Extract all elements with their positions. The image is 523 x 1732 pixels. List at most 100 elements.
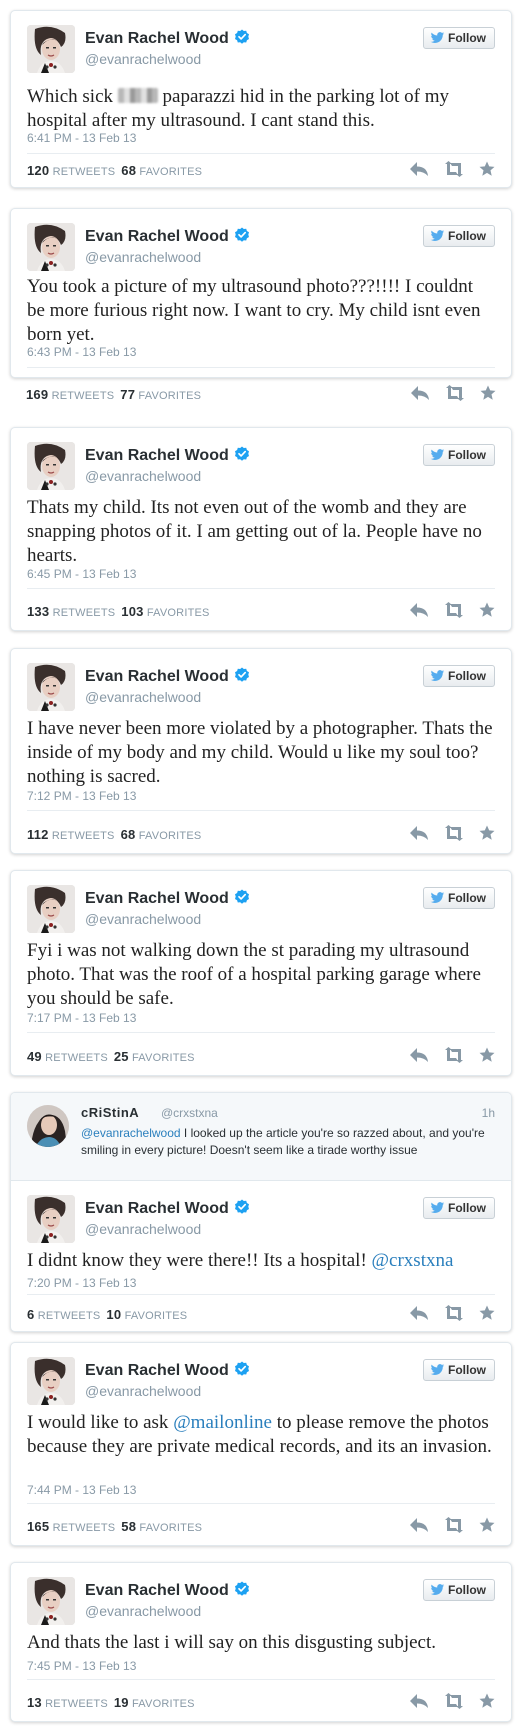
author-handle[interactable]: @evanrachelwood — [85, 689, 201, 705]
in-reply-to-tweet[interactable]: cRiStinA @crxstxna 1h @evanrachelwood I … — [11, 1093, 511, 1181]
author-name[interactable]: Evan Rachel Wood — [85, 1199, 250, 1218]
avatar[interactable] — [27, 442, 75, 490]
divider — [27, 1294, 495, 1295]
favorite-star-icon[interactable] — [480, 385, 496, 401]
avatar[interactable] — [27, 885, 75, 933]
avatar[interactable] — [27, 1357, 75, 1405]
favorite-count[interactable]: 25 — [114, 1049, 129, 1064]
tweet-timestamp[interactable]: 6:41 PM - 13 Feb 13 — [27, 131, 136, 145]
mention-link[interactable]: @mailonline — [173, 1412, 272, 1433]
favorites-label: FAVORITES — [139, 1522, 203, 1534]
reply-icon[interactable] — [410, 385, 430, 401]
author-name[interactable]: Evan Rachel Wood — [85, 889, 250, 908]
retweet-icon[interactable] — [443, 1693, 465, 1709]
reply-icon[interactable] — [409, 1305, 429, 1321]
follow-button[interactable]: Follow — [423, 225, 495, 247]
retweets-label: RETWEETS — [52, 1522, 116, 1534]
retweet-count[interactable]: 112 — [27, 827, 49, 842]
retweet-count[interactable]: 169 — [26, 387, 48, 402]
retweet-count[interactable]: 133 — [27, 604, 49, 619]
tweet-timestamp[interactable]: 6:43 PM - 13 Feb 13 — [27, 345, 136, 359]
author-handle[interactable]: @evanrachelwood — [85, 468, 201, 484]
reply-icon[interactable] — [409, 1047, 429, 1063]
retweet-icon[interactable] — [443, 602, 465, 618]
tweet-card: Evan Rachel Wood @evanrachelwood Follow … — [10, 1562, 512, 1722]
reply-icon[interactable] — [409, 602, 429, 618]
reply-icon[interactable] — [409, 1517, 429, 1533]
favorite-star-icon[interactable] — [479, 602, 495, 618]
retweet-icon[interactable] — [443, 161, 465, 177]
favorite-count[interactable]: 77 — [120, 387, 135, 402]
author-name[interactable]: Evan Rachel Wood — [85, 446, 250, 465]
avatar[interactable] — [27, 1105, 69, 1147]
retweet-count[interactable]: 165 — [27, 1519, 49, 1534]
author-handle[interactable]: @evanrachelwood — [85, 1221, 201, 1237]
author-name[interactable]: Evan Rachel Wood — [85, 29, 250, 48]
reply-icon[interactable] — [409, 825, 429, 841]
reply-timestamp[interactable]: 1h — [482, 1106, 495, 1120]
author-name[interactable]: Evan Rachel Wood — [85, 667, 250, 686]
retweets-label: RETWEETS — [52, 607, 116, 619]
tweet-timestamp[interactable]: 7:20 PM - 13 Feb 13 — [27, 1276, 136, 1290]
follow-button[interactable]: Follow — [423, 1197, 495, 1219]
tweet-timestamp[interactable]: 7:17 PM - 13 Feb 13 — [27, 1011, 136, 1025]
retweet-icon[interactable] — [443, 1047, 465, 1063]
favorite-count[interactable]: 103 — [121, 604, 143, 619]
author-handle[interactable]: @evanrachelwood — [85, 1383, 201, 1399]
favorite-star-icon[interactable] — [479, 825, 495, 841]
avatar[interactable] — [27, 1195, 75, 1243]
divider — [27, 367, 495, 368]
favorite-count[interactable]: 68 — [121, 163, 136, 178]
author-handle[interactable]: @evanrachelwood — [85, 51, 201, 67]
tweet-timestamp[interactable]: 7:45 PM - 13 Feb 13 — [27, 1659, 136, 1673]
tweet-actions — [409, 1517, 495, 1533]
retweet-icon[interactable] — [443, 1517, 465, 1533]
author-name[interactable]: Evan Rachel Wood — [85, 1361, 250, 1380]
reply-icon[interactable] — [409, 161, 429, 177]
retweet-icon[interactable] — [443, 1305, 465, 1321]
follow-button[interactable]: Follow — [423, 665, 495, 687]
reply-author-handle[interactable]: @crxstxna — [161, 1106, 218, 1120]
author-handle[interactable]: @evanrachelwood — [85, 1603, 201, 1619]
mention-link[interactable]: @crxstxna — [372, 1250, 454, 1271]
follow-button[interactable]: Follow — [423, 887, 495, 909]
tweet-timestamp[interactable]: 7:12 PM - 13 Feb 13 — [27, 789, 136, 803]
favorite-star-icon[interactable] — [479, 1693, 495, 1709]
favorite-count[interactable]: 19 — [114, 1695, 129, 1710]
mention-link[interactable]: @evanrachelwood — [81, 1126, 181, 1140]
favorite-count[interactable]: 58 — [121, 1519, 136, 1534]
tweet-timestamp[interactable]: 6:45 PM - 13 Feb 13 — [27, 567, 136, 581]
favorite-star-icon[interactable] — [479, 1047, 495, 1063]
tweet-timestamp[interactable]: 7:44 PM - 13 Feb 13 — [27, 1483, 136, 1497]
retweet-icon[interactable] — [444, 385, 466, 401]
retweet-count[interactable]: 120 — [27, 163, 49, 178]
reply-icon[interactable] — [409, 1693, 429, 1709]
retweet-icon[interactable] — [443, 825, 465, 841]
twitter-bird-icon — [430, 1202, 445, 1214]
follow-button[interactable]: Follow — [423, 27, 495, 49]
retweet-count[interactable]: 49 — [27, 1049, 42, 1064]
retweet-count[interactable]: 13 — [27, 1695, 42, 1710]
tweet-stats: 49 RETWEETS 25 FAVORITES — [27, 1049, 195, 1064]
reply-author-name[interactable]: cRiStinA — [81, 1105, 139, 1120]
avatar[interactable] — [27, 223, 75, 271]
favorites-label: FAVORITES — [132, 1698, 195, 1710]
favorite-star-icon[interactable] — [479, 1305, 495, 1321]
favorite-star-icon[interactable] — [479, 161, 495, 177]
retweet-count[interactable]: 6 — [27, 1307, 34, 1322]
favorite-count[interactable]: 10 — [106, 1307, 121, 1322]
twitter-bird-icon — [430, 670, 445, 682]
author-handle[interactable]: @evanrachelwood — [85, 911, 201, 927]
avatar[interactable] — [27, 663, 75, 711]
follow-button[interactable]: Follow — [423, 1579, 495, 1601]
follow-button[interactable]: Follow — [423, 1359, 495, 1381]
favorite-count[interactable]: 68 — [121, 827, 136, 842]
tweet-actions — [409, 1693, 495, 1709]
avatar[interactable] — [27, 25, 75, 73]
avatar[interactable] — [27, 1577, 75, 1625]
author-name[interactable]: Evan Rachel Wood — [85, 1581, 250, 1600]
author-name[interactable]: Evan Rachel Wood — [85, 227, 250, 246]
follow-button[interactable]: Follow — [423, 444, 495, 466]
favorite-star-icon[interactable] — [479, 1517, 495, 1533]
author-handle[interactable]: @evanrachelwood — [85, 249, 201, 265]
